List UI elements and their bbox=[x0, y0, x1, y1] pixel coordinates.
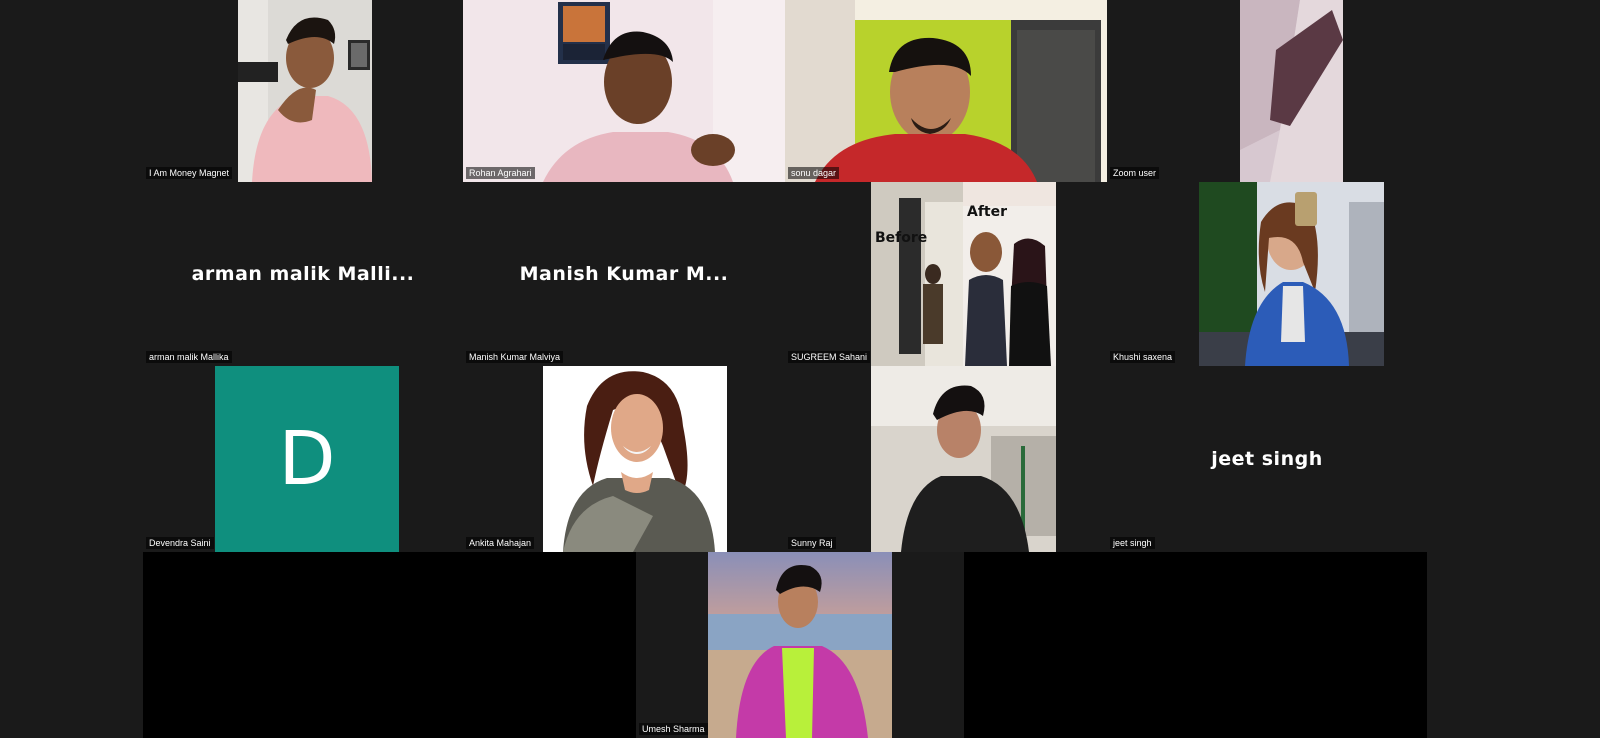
participant-tile-sonu-dagar[interactable]: sonu dagar bbox=[785, 0, 1107, 182]
participant-name-label: I Am Money Magnet bbox=[146, 167, 233, 179]
participant-tile-manish-kumar-malviya[interactable]: Manish Kumar M... Manish Kumar Malviya bbox=[463, 182, 785, 366]
participant-tile-arman-malik-mallika[interactable]: arman malik Malli... arman malik Mallika bbox=[143, 182, 463, 366]
participant-tile-jeet-singh[interactable]: jeet singh jeet singh bbox=[1107, 366, 1427, 552]
participant-video bbox=[871, 366, 1056, 552]
participant-name-label: sonu dagar bbox=[788, 167, 840, 179]
participant-name-label: Umesh Sharma bbox=[639, 723, 708, 735]
participant-tile-sunny-raj[interactable]: Sunny Raj bbox=[785, 366, 1107, 552]
participant-tile-devendra-saini[interactable]: D Devendra Saini bbox=[143, 366, 463, 552]
participant-tile-ankita-mahajan[interactable]: Ankita Mahajan bbox=[463, 366, 785, 552]
after-label: After bbox=[967, 204, 1008, 220]
participant-tile-zoom-user[interactable]: Zoom user bbox=[1107, 0, 1427, 182]
participant-tile-umesh-sharma[interactable]: Umesh Sharma bbox=[636, 552, 964, 738]
participant-video bbox=[785, 0, 1107, 182]
participant-display-name: Manish Kumar M... bbox=[519, 263, 729, 285]
avatar: D bbox=[215, 366, 399, 552]
participant-name-label: jeet singh bbox=[1110, 537, 1155, 549]
participant-name-label: Zoom user bbox=[1110, 167, 1160, 179]
participant-display-name: arman malik Malli... bbox=[191, 263, 415, 285]
participant-video bbox=[1199, 182, 1384, 366]
participant-video bbox=[1240, 0, 1343, 182]
participant-name-label: arman malik Mallika bbox=[146, 351, 232, 363]
participant-tile-khushi-saxena[interactable]: Khushi saxena bbox=[1107, 182, 1427, 366]
participant-tile-i-am-money-magnet[interactable]: I Am Money Magnet bbox=[143, 0, 463, 182]
participant-video bbox=[463, 0, 785, 182]
empty-area-right bbox=[964, 552, 1427, 738]
participant-video bbox=[238, 0, 372, 182]
before-label: Before bbox=[875, 230, 928, 246]
participant-name-label: Rohan Agrahari bbox=[466, 167, 535, 179]
participant-video bbox=[708, 552, 892, 738]
participant-name-label: Ankita Mahajan bbox=[466, 537, 535, 549]
participant-name-label: Sunny Raj bbox=[788, 537, 836, 549]
participant-tile-sugreem-sahani[interactable]: Before After SUGREEM Sahani bbox=[785, 182, 1107, 366]
participant-name-label: Devendra Saini bbox=[146, 537, 214, 549]
meeting-gallery-view: I Am Money Magnet Rohan Agrahari sonu da… bbox=[0, 0, 1600, 738]
participant-name-label: SUGREEM Sahani bbox=[788, 351, 871, 363]
participant-display-name: jeet singh bbox=[1167, 448, 1367, 470]
participant-video bbox=[543, 366, 727, 552]
avatar-initial: D bbox=[278, 416, 336, 502]
participant-name-label: Khushi saxena bbox=[1110, 351, 1176, 363]
participant-tile-rohan-agrahari[interactable]: Rohan Agrahari bbox=[463, 0, 785, 182]
empty-area-left bbox=[143, 552, 636, 738]
participant-video bbox=[871, 182, 1056, 366]
participant-name-label: Manish Kumar Malviya bbox=[466, 351, 564, 363]
